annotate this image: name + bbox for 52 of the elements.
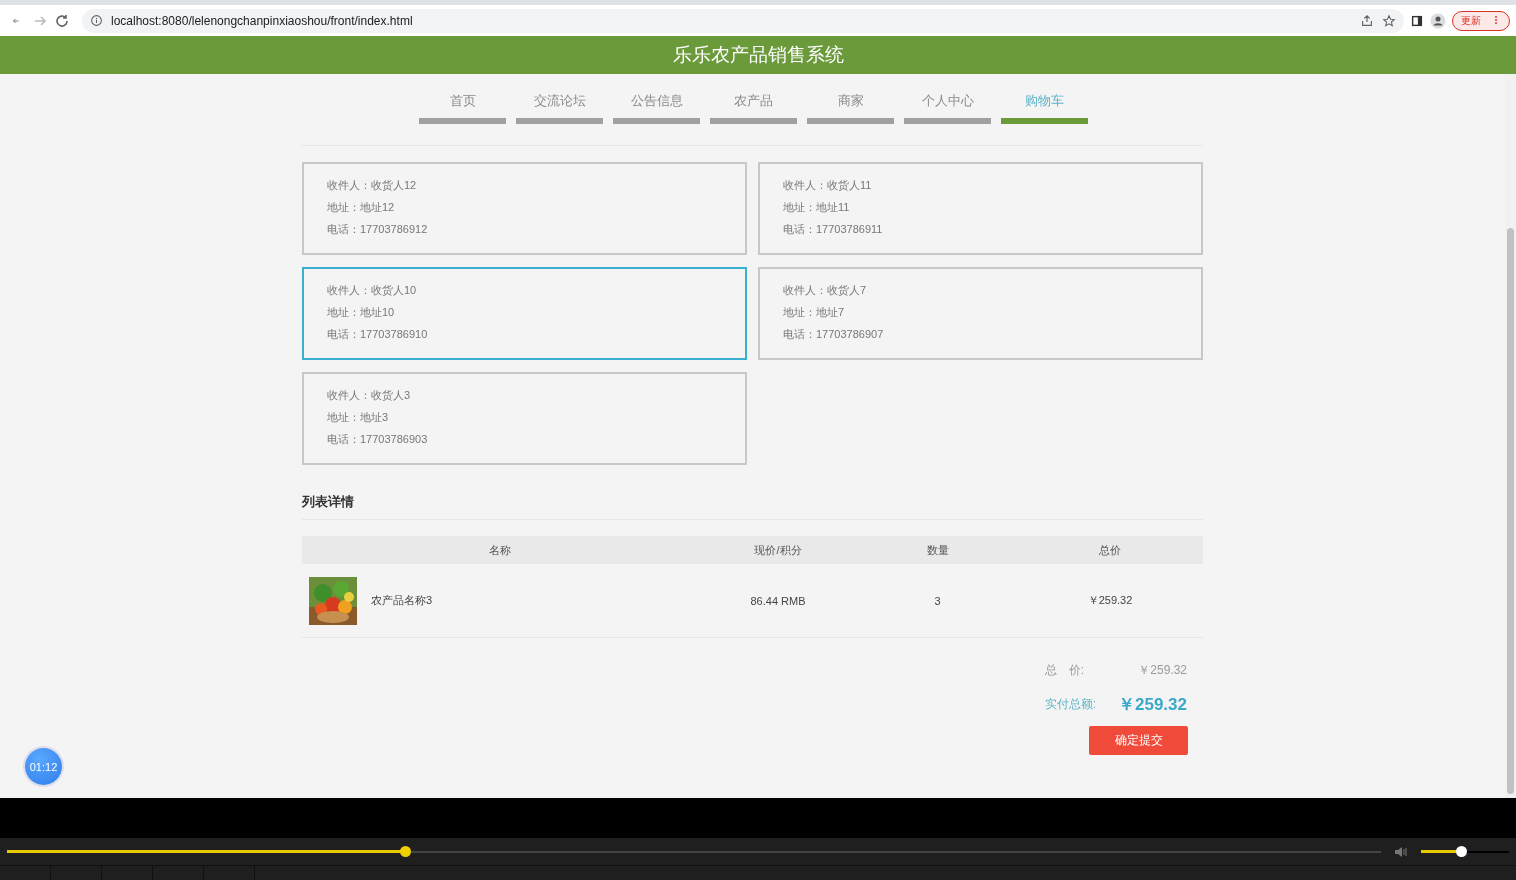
side-panel-icon[interactable] [1410,13,1424,28]
phone-text: 电话：17703786907 [783,327,885,342]
total-value: ￥259.32 [1137,662,1187,679]
submit-button[interactable]: 确定提交 [1089,726,1188,755]
total-cell-text: ￥259.32 [1086,593,1134,608]
receiver-text: 收件人：收货人11 [783,178,873,193]
update-button[interactable]: 更新 [1452,10,1510,31]
nav-tab[interactable]: 公告信息 [613,74,700,124]
phone-text: 电话：17703786903 [327,432,429,447]
star-icon[interactable] [1382,13,1396,28]
section-title: 列表详情 [302,493,355,511]
address-text: 地址：地址7 [783,305,846,320]
price-cell-text: 86.44 RMB [749,594,807,607]
total-label: 总 价: [1044,662,1085,679]
nav-tab[interactable]: 商家 [807,74,894,124]
address-bar[interactable]: localhost:8080/lelenongchanpinxiaoshou/front/index.html [82,8,1404,33]
receiver-text: 收件人：收货人10 [327,283,418,298]
site-title: 乐乐农产品销售系统 [672,43,844,67]
paid-label: 实付总额: [1044,696,1096,713]
address-card[interactable]: 收件人：收货人3 地址：地址3 电话：17703786903 [302,372,747,465]
share-icon[interactable] [1360,13,1374,28]
phone-text: 电话：17703786912 [327,222,429,237]
product-name: 农产品名称3 [371,593,433,608]
column-header: 现价/积分 [753,542,803,558]
reload-icon[interactable] [54,12,70,29]
nav-tab[interactable]: 购物车 [1001,74,1088,124]
receiver-text: 收件人：收货人7 [783,283,868,298]
column-header: 数量 [925,542,950,558]
nav-tab[interactable]: 交流论坛 [516,74,603,124]
url-text: localhost:8080/lelenongchanpinxiaoshou/front/index.html [111,13,413,28]
receiver-text: 收件人：收货人3 [327,388,412,403]
profile-icon[interactable] [1430,12,1446,29]
phone-text: 电话：17703786911 [783,222,884,237]
phone-text: 电话：17703786910 [327,327,429,342]
paid-value: ￥259.32 [1118,694,1187,716]
address-text: 地址：地址11 [783,200,851,215]
address-text: 地址：地址10 [327,305,396,320]
address-card[interactable]: 收件人：收货人10 地址：地址10 电话：17703786910 [302,267,747,360]
info-icon [90,14,103,27]
nav-tab[interactable]: 个人中心 [904,74,991,124]
column-header: 名称 [488,542,512,558]
address-text: 地址：地址12 [327,200,396,215]
address-card[interactable]: 收件人：收货人11 地址：地址11 电话：17703786911 [758,162,1203,255]
address-text: 地址：地址3 [327,410,390,425]
address-card[interactable]: 收件人：收货人7 地址：地址7 电话：17703786907 [758,267,1203,360]
column-header: 总价 [1098,542,1122,558]
timer-badge: 01:12 [25,748,62,785]
address-card[interactable]: 收件人：收货人12 地址：地址12 电话：17703786912 [302,162,747,255]
quantity-cell-text: 3 [933,594,942,607]
nav-tab[interactable]: 农产品 [710,74,797,124]
receiver-text: 收件人：收货人12 [327,178,418,193]
nav-tab[interactable]: 首页 [419,74,506,124]
